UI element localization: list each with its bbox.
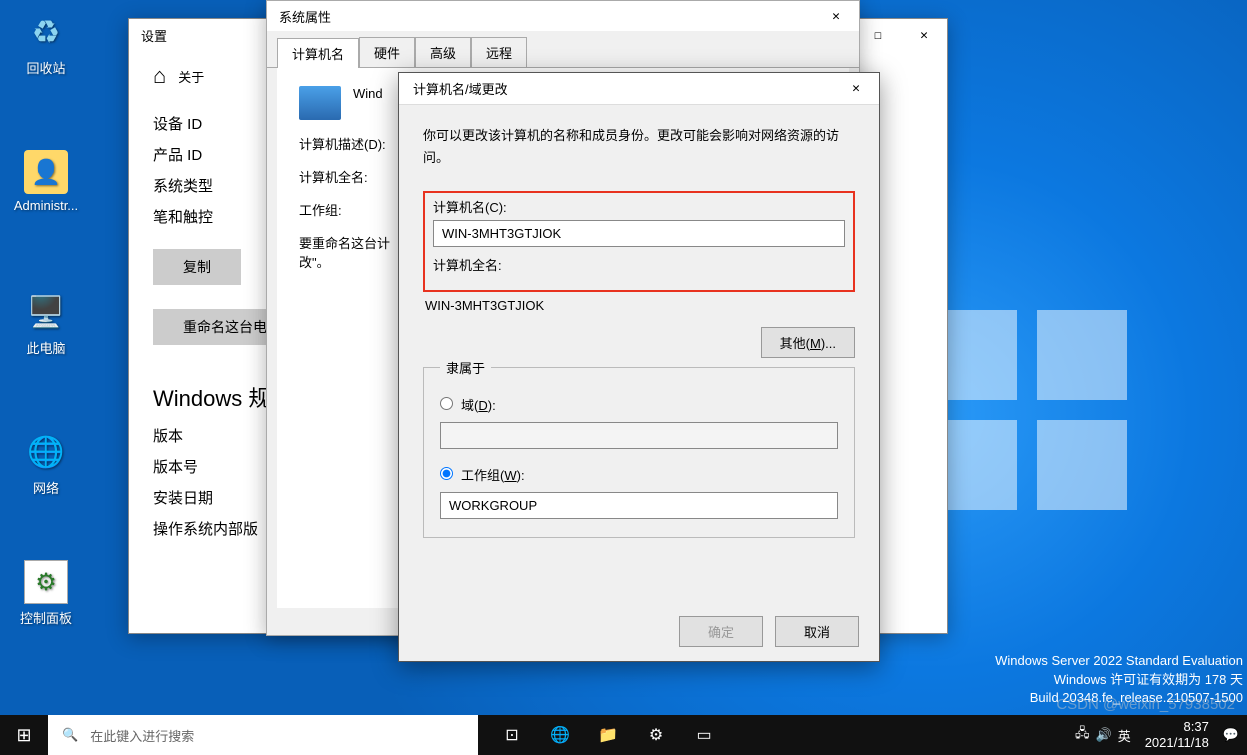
home-icon[interactable]: ⌂ [153, 63, 166, 89]
workgroup-label: 工作组: [299, 200, 409, 219]
recycle-bin-icon[interactable]: ♻回收站 [8, 10, 84, 77]
rename-msg: 要重命名这台计改"。 [299, 233, 390, 271]
changes-titlebar[interactable]: 计算机名/域更改 ✕ [399, 73, 879, 105]
settings-title-text: 设置 [141, 26, 167, 45]
close-button[interactable]: ✕ [833, 73, 879, 105]
workgroup-radio[interactable] [440, 467, 453, 480]
server-manager-icon[interactable]: ▭ [680, 715, 728, 755]
full-computer-name: WIN-3MHT3GTJIOK [425, 298, 853, 313]
search-box[interactable]: 🔍 在此键入进行搜索 [48, 715, 478, 755]
workgroup-radio-label[interactable]: 工作组(W): [440, 468, 525, 483]
windows-logo [927, 310, 1127, 510]
ok-button[interactable]: 确定 [679, 616, 763, 647]
close-button[interactable]: ✕ [813, 0, 859, 32]
search-placeholder: 在此键入进行搜索 [90, 726, 194, 745]
computer-name-changes-dialog: 计算机名/域更改 ✕ 你可以更改该计算机的名称和成员身份。更改可能会影响对网络资… [398, 72, 880, 662]
tab-remote[interactable]: 远程 [471, 37, 527, 67]
this-pc-icon[interactable]: 此电脑 [8, 290, 84, 357]
sysprop-titlebar[interactable]: 系统属性 ✕ [267, 1, 859, 31]
close-button[interactable]: ✕ [901, 19, 947, 51]
tab-advanced[interactable]: 高级 [415, 37, 471, 67]
intro-text: Wind [353, 86, 383, 101]
desc-label: 计算机描述(D): [299, 134, 409, 153]
computer-name-label: 计算机名(C): [433, 197, 845, 216]
member-legend: 隶属于 [440, 358, 491, 377]
clock[interactable]: 8:372021/11/18 [1137, 719, 1217, 750]
tab-computer-name[interactable]: 计算机名 [277, 38, 359, 68]
search-icon: 🔍 [62, 727, 78, 743]
copy-button[interactable]: 复制 [153, 249, 241, 285]
task-view-icon[interactable]: ⊡ [488, 715, 536, 755]
start-button[interactable]: ⊞ [0, 715, 48, 755]
changes-title-text: 计算机名/域更改 [413, 79, 508, 98]
other-button[interactable]: 其他(M)... [761, 327, 855, 358]
ime-icon[interactable]: 英 [1118, 726, 1131, 745]
administrator-folder-icon[interactable]: Administr... [8, 150, 84, 213]
task-icons: ⊡ 🌐 📁 ⚙ ▭ [488, 715, 728, 755]
computer-name-input[interactable] [433, 220, 845, 247]
member-of-fieldset: 隶属于 域(D): 工作组(W): [423, 358, 855, 538]
explorer-icon[interactable]: 📁 [584, 715, 632, 755]
changes-description: 你可以更改该计算机的名称和成员身份。更改可能会影响对网络资源的访问。 [423, 125, 855, 169]
highlight-annotation: 计算机名(C): 计算机全名: [423, 191, 855, 292]
domain-input [440, 422, 838, 449]
sysprop-title-text: 系统属性 [279, 7, 331, 26]
control-panel-icon[interactable]: 控制面板 [8, 560, 84, 627]
domain-radio[interactable] [440, 397, 453, 410]
tab-hardware[interactable]: 硬件 [359, 37, 415, 67]
notifications-icon[interactable]: 💬 [1223, 727, 1239, 743]
computer-icon [299, 86, 341, 120]
full-name-label: 计算机全名: [433, 255, 845, 274]
settings-taskbar-icon[interactable]: ⚙ [632, 715, 680, 755]
fullname-label: 计算机全名: [299, 167, 409, 186]
domain-radio-label[interactable]: 域(D): [440, 398, 496, 413]
system-tray[interactable]: 🖧 🔊 英 8:372021/11/18 💬 [1075, 719, 1247, 750]
tray-sound-icon[interactable]: 🔊 [1096, 727, 1112, 743]
taskbar[interactable]: ⊞ 🔍 在此键入进行搜索 ⊡ 🌐 📁 ⚙ ▭ 🖧 🔊 英 8:372021/11/… [0, 715, 1247, 755]
tab-strip: 计算机名 硬件 高级 远程 [267, 31, 859, 68]
network-icon[interactable]: 网络 [8, 430, 84, 497]
maximize-button[interactable]: ☐ [855, 19, 901, 51]
workgroup-input[interactable] [440, 492, 838, 519]
tray-network-icon[interactable]: 🖧 [1075, 724, 1090, 746]
watermark: CSDN @weixin_57938502 [1056, 696, 1235, 713]
cancel-button[interactable]: 取消 [775, 616, 859, 647]
edge-icon[interactable]: 🌐 [536, 715, 584, 755]
